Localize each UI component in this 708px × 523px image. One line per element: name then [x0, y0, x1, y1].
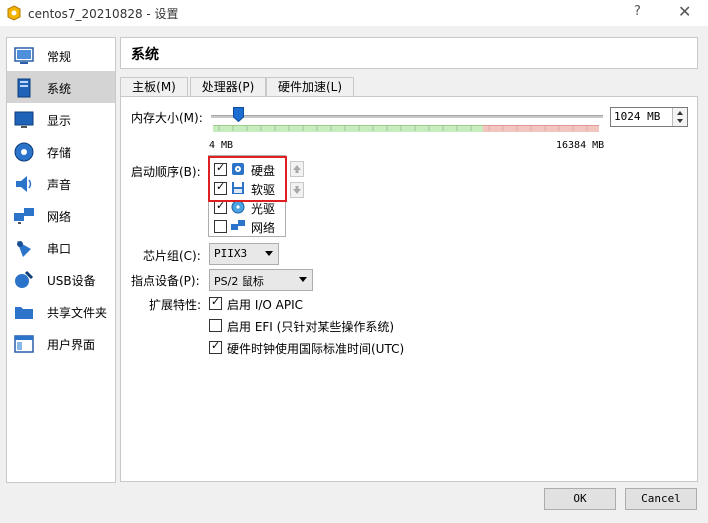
settings-sidebar: 常规 系统 显示 存储 声音 网络 串口 USB设备 共享文件夹 用户界面 — [6, 37, 116, 483]
sidebar-item-network[interactable]: 网络 — [7, 199, 115, 231]
pointing-device-value: PS/2 鼠标 — [214, 275, 264, 288]
system-icon — [17, 78, 31, 98]
section-title: 系统 — [131, 47, 159, 63]
close-button[interactable]: ✕ — [678, 2, 691, 21]
sidebar-item-label: 网络 — [47, 210, 72, 224]
boot-order-label: 启动顺序(B): — [131, 165, 201, 179]
sidebar-item-storage[interactable]: 存储 — [7, 135, 115, 167]
sidebar-item-user-interface[interactable]: 用户界面 — [7, 327, 115, 359]
feature-label: 启用 I/O APIC — [227, 298, 304, 312]
memory-spin-buttons[interactable] — [672, 108, 687, 126]
sidebar-item-display[interactable]: 显示 — [7, 103, 115, 135]
feature-label: 启用 EFI (只针对某些操作系统) — [227, 320, 395, 334]
checkmark-icon: ✓ — [211, 295, 221, 308]
tab-motherboard[interactable]: 主板(M) — [120, 77, 188, 97]
spin-arrows-icon — [677, 111, 683, 123]
boot-move-down-button[interactable] — [290, 182, 304, 198]
memory-slider-track[interactable] — [211, 115, 603, 118]
tab-processor[interactable]: 处理器(P) — [190, 77, 266, 97]
sidebar-item-label: 用户界面 — [47, 338, 96, 352]
feature-checkbox[interactable]: ✓ — [209, 295, 222, 310]
chevron-down-icon — [299, 277, 307, 282]
audio-icon — [16, 176, 32, 192]
tab-acceleration[interactable]: 硬件加速(L) — [266, 77, 354, 97]
feature-label: 硬件时钟使用国际标准时间(UTC) — [227, 342, 405, 356]
pointing-device-label: 指点设备(P): — [131, 274, 200, 288]
sidebar-item-label: 存储 — [47, 146, 72, 160]
usb-icon — [15, 270, 34, 288]
network-boot-icon — [231, 220, 245, 230]
sidebar-item-shared-folders[interactable]: 共享文件夹 — [7, 295, 115, 327]
sidebar-item-label: 常规 — [47, 50, 72, 64]
boot-item-label: 光驱 — [251, 202, 276, 216]
sidebar-item-label: 系统 — [47, 82, 72, 96]
sidebar-item-usb[interactable]: USB设备 — [7, 263, 115, 295]
arrow-down-icon — [293, 186, 301, 194]
shared-folder-icon — [15, 307, 33, 319]
ok-button[interactable]: OK — [544, 488, 616, 510]
window-title: centos7_20210828 - 设置 — [28, 7, 179, 21]
title-bar: centos7_20210828 - 设置 ? ✕ — [0, 0, 708, 26]
network-icon — [14, 208, 34, 224]
sidebar-item-label: 显示 — [47, 114, 72, 128]
memory-size-spinbox[interactable]: 1024 MB — [610, 107, 688, 127]
display-icon — [14, 111, 34, 128]
boot-item-label: 网络 — [251, 221, 276, 235]
chevron-down-icon — [265, 251, 273, 256]
general-icon — [14, 47, 34, 64]
boot-move-up-button[interactable] — [290, 161, 304, 177]
optical-drive-icon — [231, 200, 245, 214]
pointing-device-select[interactable]: PS/2 鼠标 — [209, 269, 313, 291]
sidebar-item-audio[interactable]: 声音 — [7, 167, 115, 199]
sidebar-item-label: 共享文件夹 — [47, 306, 108, 320]
boot-item-checkbox[interactable]: ✓ — [214, 199, 227, 214]
sidebar-item-serial-port[interactable]: 串口 — [7, 231, 115, 263]
annotation-highlight-box — [208, 156, 287, 202]
chipset-label: 芯片组(C): — [143, 249, 201, 263]
boot-item-checkbox[interactable] — [214, 220, 227, 233]
sidebar-item-system[interactable]: 系统 — [7, 71, 115, 103]
sidebar-item-label: 串口 — [47, 242, 72, 256]
memory-scale-max: 16384 MB — [556, 140, 605, 151]
extended-features-label: 扩展特性: — [149, 298, 202, 312]
sidebar-item-general[interactable]: 常规 — [7, 39, 115, 71]
help-button[interactable]: ? — [634, 4, 641, 19]
virtualbox-app-icon — [7, 5, 21, 21]
memory-slider-thumb[interactable] — [233, 107, 244, 122]
sidebar-item-label: 声音 — [47, 178, 72, 192]
boot-item-network[interactable]: 网络 — [209, 217, 285, 236]
storage-icon — [14, 142, 34, 162]
checkmark-icon: ✓ — [211, 339, 221, 352]
serial-port-icon — [17, 241, 31, 257]
arrow-up-icon — [293, 165, 301, 173]
chipset-select[interactable]: PIIX3 — [209, 243, 279, 265]
memory-scale-min: 4 MB — [209, 140, 234, 151]
motherboard-panel: 内存大小(M): 4 MB 16384 MB 1024 MB 启动顺序(B): … — [120, 96, 698, 482]
memory-size-value: 1024 MB — [614, 110, 661, 123]
user-interface-icon — [14, 335, 34, 353]
memory-size-label: 内存大小(M): — [131, 111, 203, 125]
feature-checkbox[interactable]: ✓ — [209, 339, 222, 354]
cancel-button[interactable]: Cancel — [625, 488, 697, 510]
section-header: 系统 — [120, 37, 698, 69]
sidebar-item-label: USB设备 — [47, 274, 96, 288]
memory-scale-ticks — [218, 125, 588, 131]
feature-checkbox[interactable] — [209, 319, 222, 332]
chipset-value: PIIX3 — [214, 247, 248, 260]
